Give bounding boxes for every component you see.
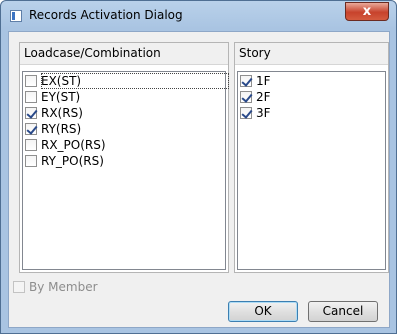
loadcase-checkbox[interactable]	[25, 75, 37, 87]
list-item[interactable]: RY(RS)	[25, 121, 81, 137]
list-item[interactable]: 1F	[240, 73, 271, 89]
list-item[interactable]: 3F	[240, 105, 271, 121]
loadcase-label: RY_PO(RS)	[41, 154, 104, 168]
by-member-option: By Member	[13, 279, 98, 295]
loadcase-label: RX(RS)	[41, 106, 83, 120]
loadcase-checkbox[interactable]	[25, 107, 37, 119]
by-member-label: By Member	[29, 280, 98, 294]
story-label: 1F	[256, 74, 271, 88]
story-checkbox[interactable]	[240, 107, 252, 119]
loadcase-label: RX_PO(RS)	[41, 138, 106, 152]
list-item[interactable]: RY_PO(RS)	[25, 153, 104, 169]
window-title: Records Activation Dialog	[29, 8, 183, 22]
title-bar[interactable]: Records Activation Dialog x	[1, 1, 396, 31]
loadcase-checkbox[interactable]	[25, 123, 37, 135]
loadcase-label: EY(ST)	[41, 90, 81, 104]
loadcase-checkbox[interactable]	[25, 91, 37, 103]
list-item[interactable]: EX(ST)	[25, 73, 229, 89]
story-checkbox[interactable]	[240, 75, 252, 87]
loadcase-panel-header: Loadcase/Combination	[20, 43, 228, 65]
dialog-body: Loadcase/Combination EX(ST) EY(ST) RX(RS…	[8, 31, 390, 328]
loadcase-checkbox[interactable]	[25, 139, 37, 151]
loadcase-checkbox[interactable]	[25, 155, 37, 167]
list-item[interactable]: 2F	[240, 89, 271, 105]
cancel-button[interactable]: Cancel	[308, 301, 378, 322]
loadcase-panel: Loadcase/Combination EX(ST) EY(ST) RX(RS…	[19, 42, 229, 273]
list-item[interactable]: RX_PO(RS)	[25, 137, 106, 153]
story-label: 2F	[256, 90, 271, 104]
story-label: 3F	[256, 106, 271, 120]
focus-rectangle	[41, 73, 229, 89]
list-item[interactable]: RX(RS)	[25, 105, 83, 121]
loadcase-list[interactable]: EX(ST) EY(ST) RX(RS) RY(RS) RX_PO(RS) RY…	[22, 71, 229, 270]
dialog-window: Records Activation Dialog x Loadcase/Com…	[0, 0, 397, 334]
list-item[interactable]: EY(ST)	[25, 89, 80, 105]
close-button[interactable]: x	[345, 2, 389, 21]
story-panel-header: Story	[235, 43, 388, 65]
loadcase-label: RY(RS)	[41, 122, 82, 136]
story-checkbox[interactable]	[240, 91, 252, 103]
story-panel: Story 1F 2F 3F	[234, 42, 389, 273]
app-icon	[10, 10, 22, 22]
by-member-checkbox	[13, 281, 25, 293]
story-list[interactable]: 1F 2F 3F	[237, 71, 386, 270]
ok-button[interactable]: OK	[228, 301, 298, 322]
